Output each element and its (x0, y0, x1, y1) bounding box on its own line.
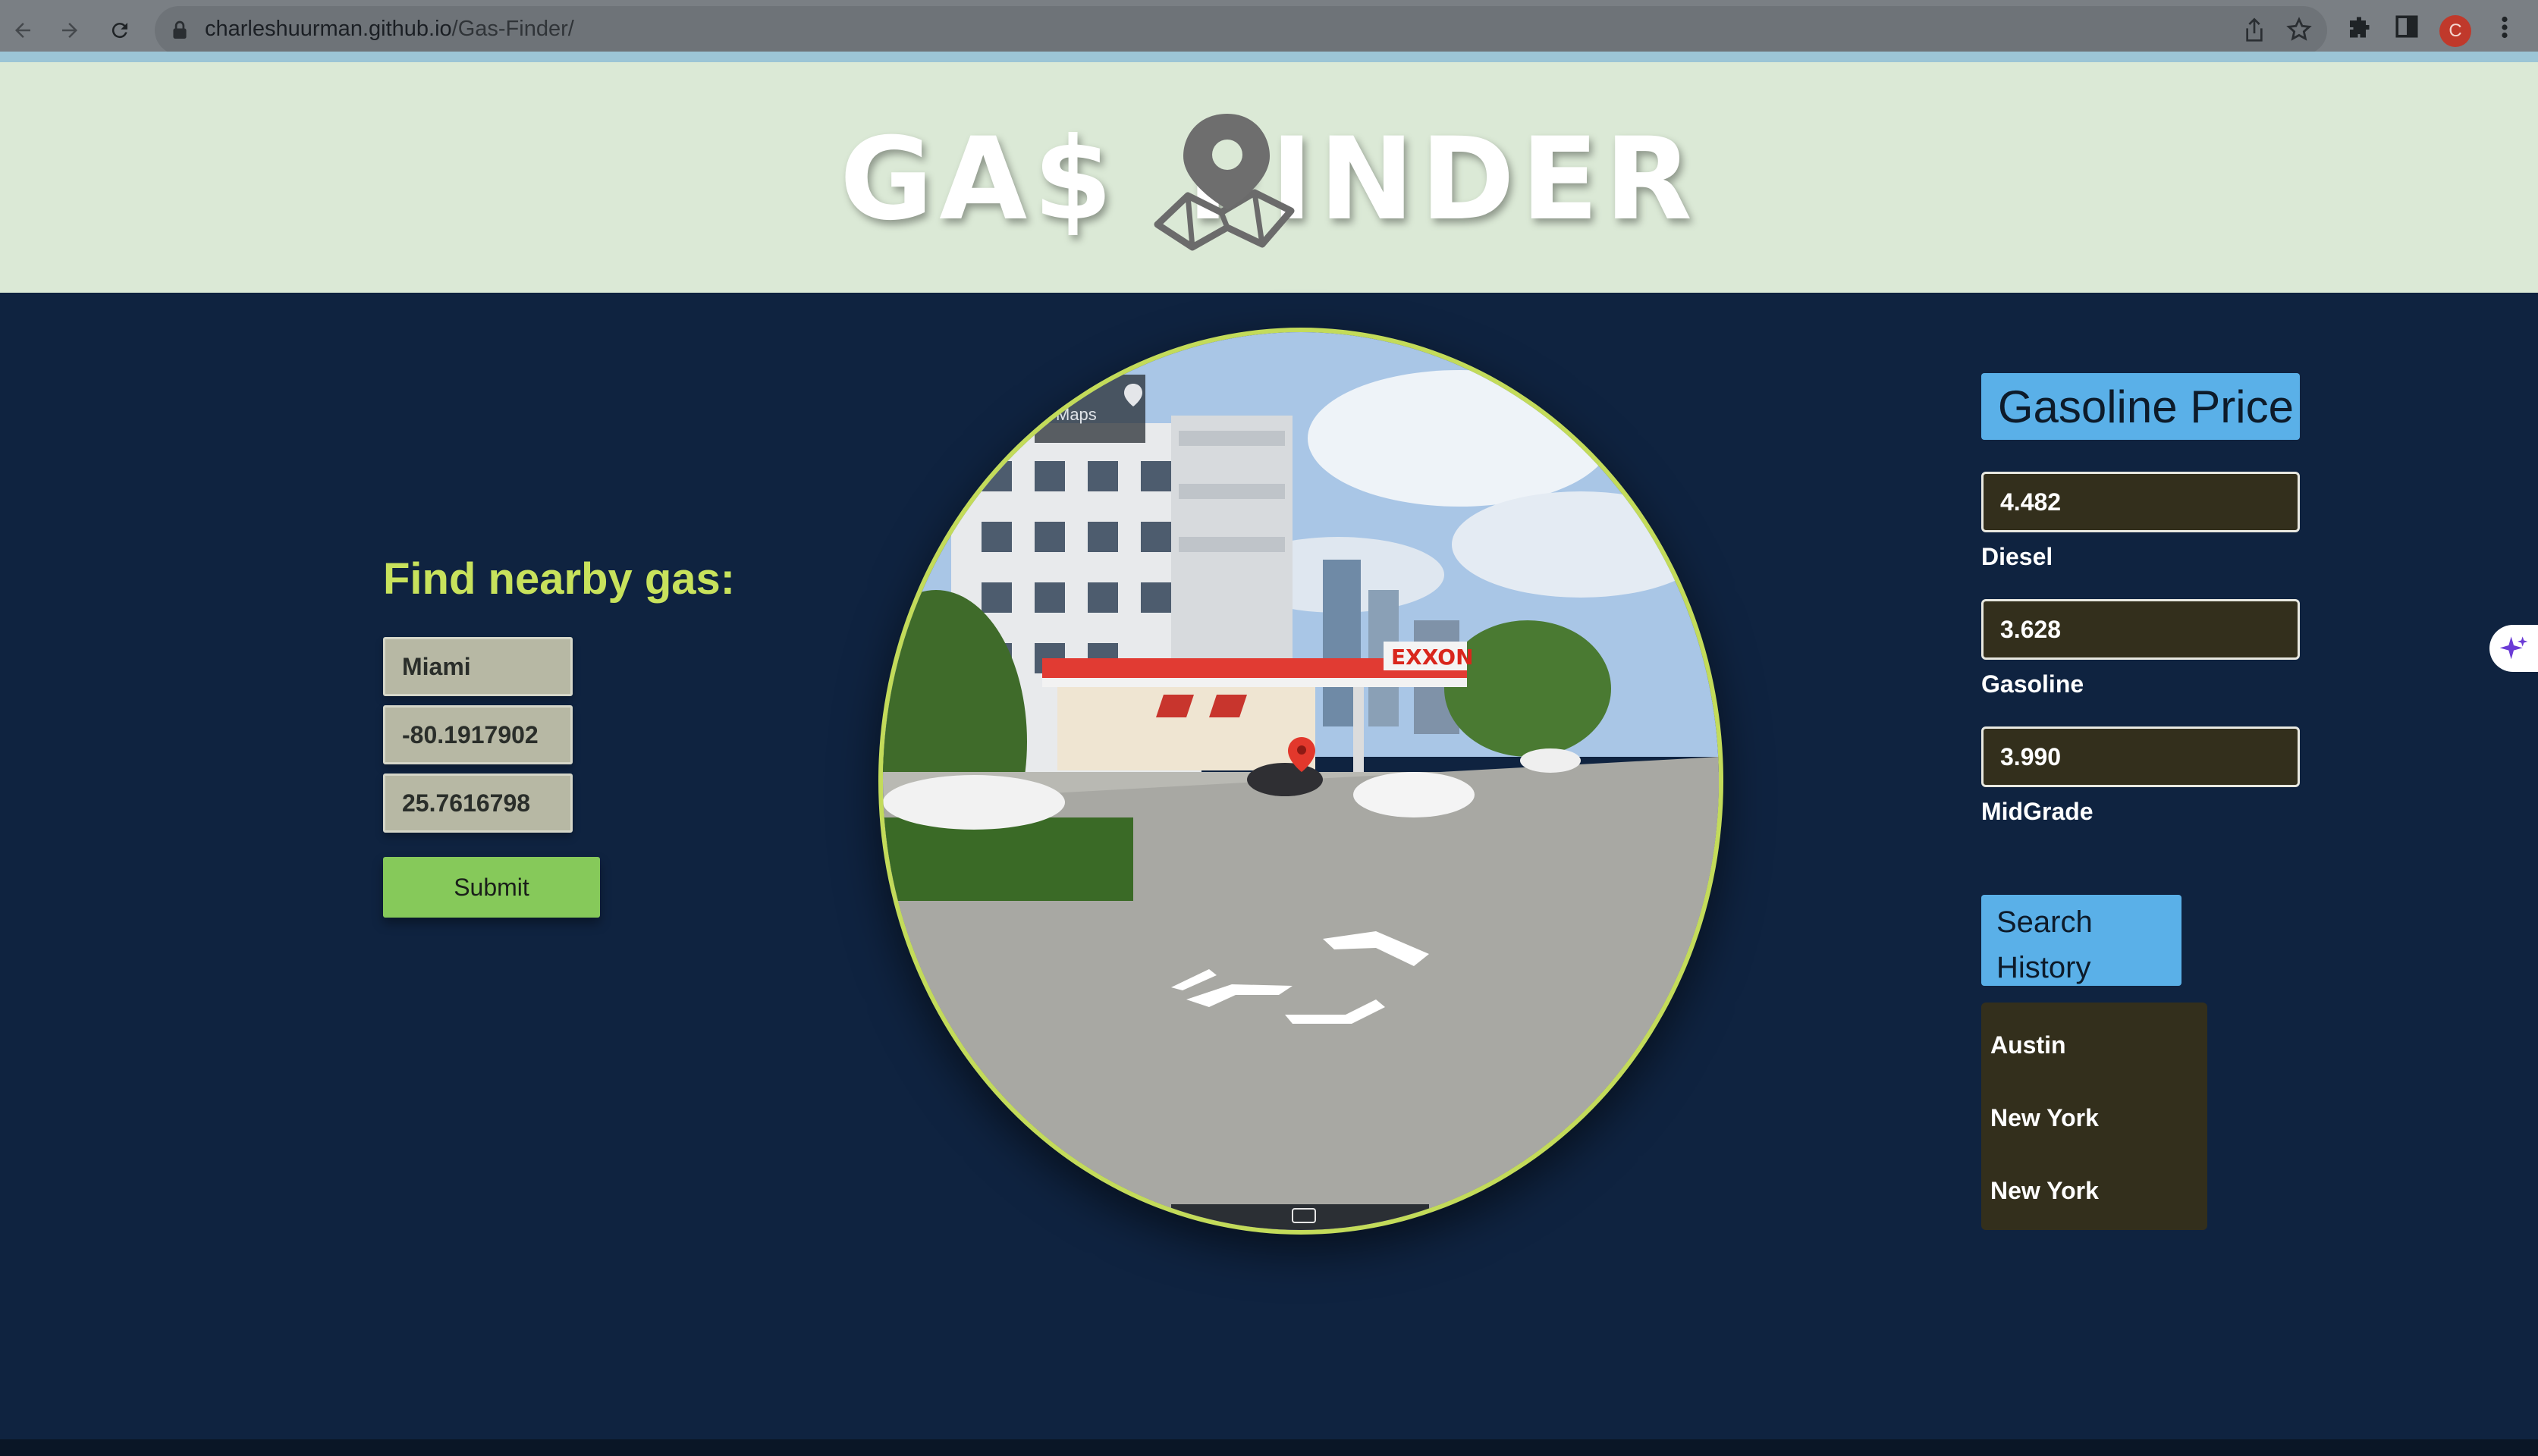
url-text: charleshuurman.github.io/Gas-Finder/ (205, 17, 574, 41)
midgrade-price-field: 3.990 (1981, 726, 2300, 787)
diesel-price-field: 4.482 (1981, 472, 2300, 532)
avatar[interactable]: C (2439, 15, 2471, 47)
history-item[interactable]: New York (1990, 1177, 2099, 1205)
reload-icon[interactable] (102, 12, 138, 49)
submit-button[interactable]: Submit (383, 857, 600, 918)
city-input[interactable]: Miami (383, 637, 573, 696)
diesel-label: Diesel (1981, 543, 2053, 570)
page-load-strip (0, 52, 2538, 62)
forward-icon[interactable] (52, 12, 88, 49)
search-history-list: Austin New York New York (1981, 1003, 2207, 1230)
assistant-side-button[interactable] (2489, 625, 2538, 672)
midgrade-label: MidGrade (1981, 798, 2094, 825)
history-item[interactable]: New York (1990, 1104, 2099, 1132)
gasoline-label: Gasoline (1981, 670, 2084, 698)
menu-icon[interactable] (2496, 14, 2514, 45)
gasoline-price-header[interactable]: Gasoline Price (1981, 373, 2300, 440)
latitude-input[interactable]: 25.7616798 (383, 774, 573, 833)
maps-label: Maps (1056, 405, 1097, 424)
logo-text-left: GA$ (840, 114, 1119, 246)
search-history-button[interactable]: Search History (1981, 895, 2181, 986)
exxon-sign-text: EXXON (1391, 645, 1474, 670)
page-footer (0, 1439, 2538, 1456)
keyboard-icon[interactable] (1293, 1204, 1315, 1222)
star-icon[interactable] (2286, 17, 2312, 46)
share-icon[interactable] (2242, 17, 2266, 48)
street-view-panorama[interactable]: EXXON Maps (878, 328, 1723, 1235)
sparkle-icon (2499, 634, 2529, 668)
history-item[interactable]: Austin (1990, 1031, 2066, 1059)
gasoline-price-field: 3.628 (1981, 599, 2300, 660)
find-gas-title: Find nearby gas: (383, 554, 736, 604)
lock-icon (171, 20, 188, 45)
map-pin-icon (1148, 111, 1300, 259)
address-bar[interactable]: charleshuurman.github.io/Gas-Finder/ (155, 6, 2327, 55)
sidebar-icon[interactable] (2394, 14, 2420, 43)
extensions-icon[interactable] (2345, 14, 2373, 45)
back-icon[interactable] (5, 12, 41, 49)
longitude-input[interactable]: -80.1917902 (383, 705, 573, 764)
avatar-initial: C (2448, 20, 2462, 41)
